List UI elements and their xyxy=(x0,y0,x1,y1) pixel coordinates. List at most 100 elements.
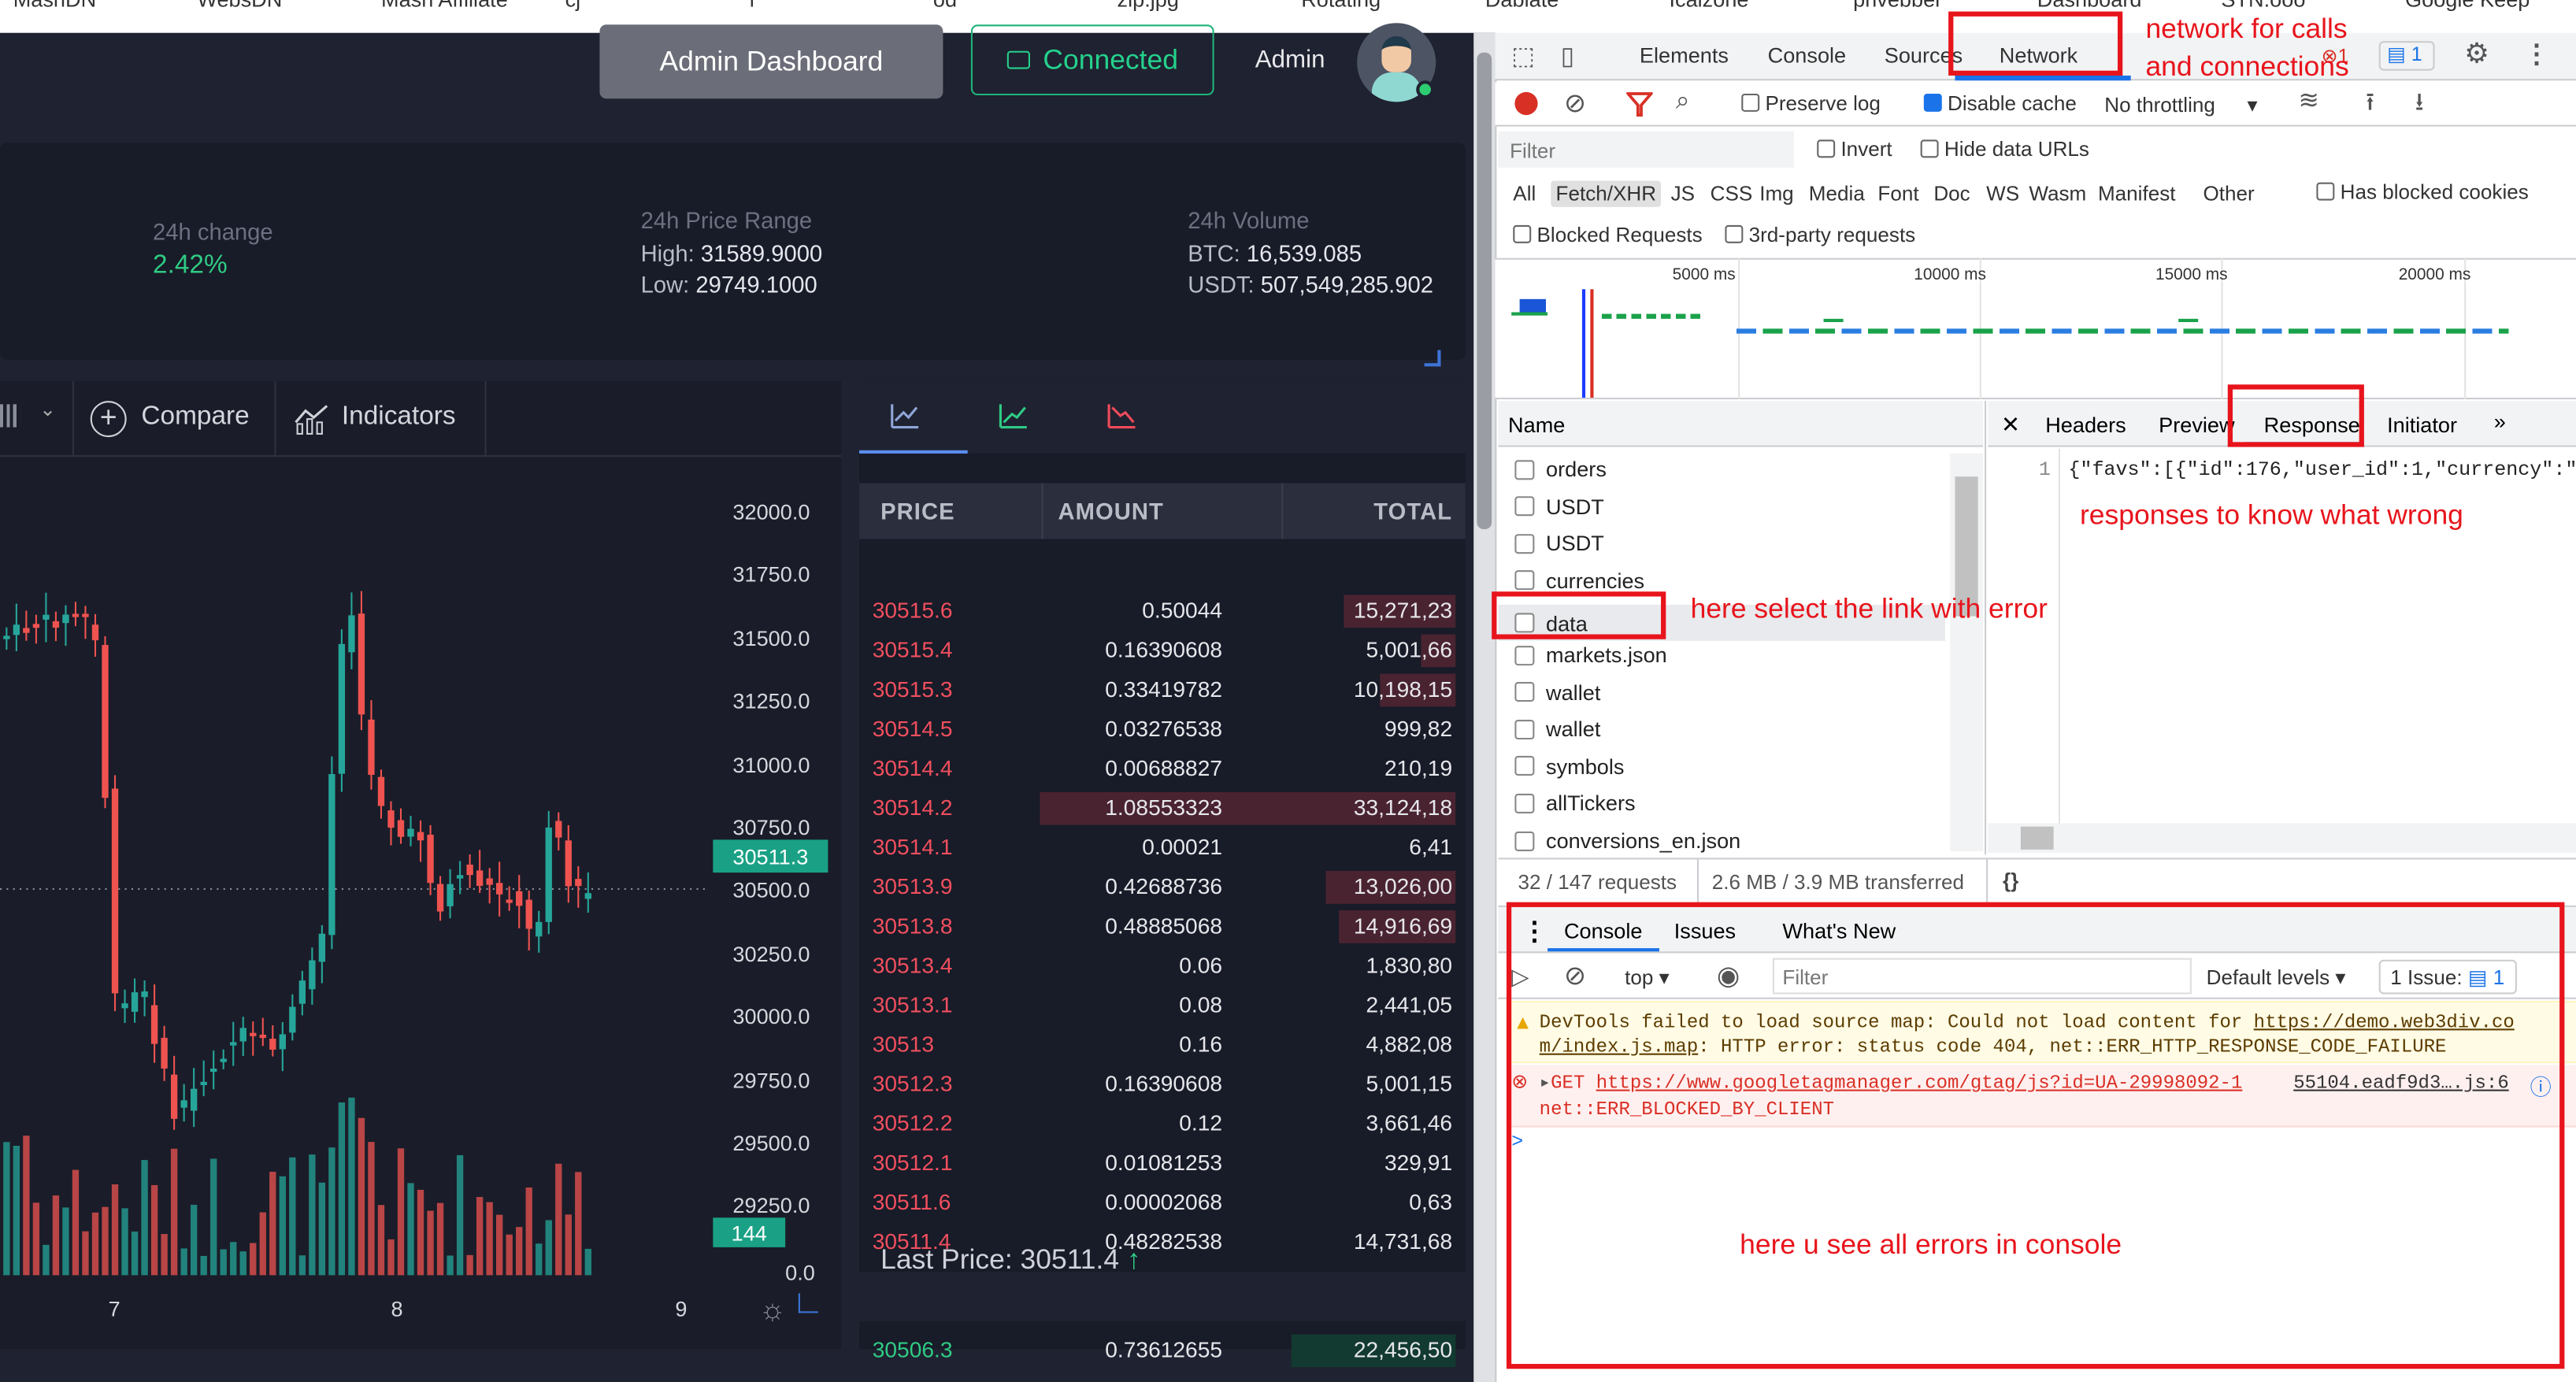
filter-type-css[interactable]: CSS xyxy=(1705,181,1757,207)
order-book-row[interactable]: 30511.6 0.00002068 0,63 xyxy=(859,1183,1466,1222)
pretty-print-button[interactable]: {} xyxy=(2003,869,2018,892)
candles-icon[interactable] xyxy=(0,404,20,428)
order-book-row[interactable]: 30513.4 0.06 1,830,80 xyxy=(859,947,1466,986)
filter-type-fetchxhr[interactable]: Fetch/XHR xyxy=(1551,180,1662,207)
throttling-select[interactable]: No throttling ▾ xyxy=(2104,92,2257,117)
order-book-row[interactable]: 30512.3 0.16390608 5,001,15 xyxy=(859,1065,1466,1104)
tab-initiator[interactable]: Initiator xyxy=(2387,413,2457,437)
order-book-row[interactable]: 30512.1 0.01081253 329,91 xyxy=(859,1143,1466,1183)
record-icon[interactable] xyxy=(1514,91,1538,116)
order-book-row[interactable]: 30512.2 0.12 3,661,46 xyxy=(859,1104,1466,1143)
filter-input[interactable]: Filter xyxy=(1498,131,1795,168)
filter-type-all[interactable]: All xyxy=(1508,181,1541,207)
tab-preview[interactable]: Preview xyxy=(2159,413,2234,437)
filter-type-ws[interactable]: WS xyxy=(1981,181,2025,207)
clear-icon[interactable]: ⊘ xyxy=(1564,87,1586,120)
bookmark-item[interactable]: Dabiate xyxy=(1485,0,1559,12)
chart-corner-icon[interactable] xyxy=(798,1293,818,1313)
request-row-markets-json[interactable]: markets.json xyxy=(1514,643,1667,667)
search-icon[interactable]: ⌕ xyxy=(1676,87,1690,115)
message-count-badge[interactable]: ▤ 1 xyxy=(2378,41,2435,71)
close-detail-icon[interactable]: ✕ xyxy=(2001,411,2020,439)
settings-gear-icon[interactable]: ☼ xyxy=(759,1293,786,1328)
disable-cache-checkbox[interactable]: Disable cache xyxy=(1923,92,2077,115)
bookmark-item[interactable]: cj xyxy=(565,0,581,12)
candlestick-chart[interactable] xyxy=(0,458,841,1349)
request-row-usdt[interactable]: USDT xyxy=(1514,531,1604,556)
settings-icon[interactable]: ⚙ xyxy=(2464,38,2489,71)
invert-checkbox[interactable]: Invert xyxy=(1817,138,1892,161)
bookmark-item[interactable]: f xyxy=(749,0,755,12)
bookmark-item[interactable]: od xyxy=(933,0,957,12)
bookmark-item[interactable]: zip.jpg xyxy=(1118,0,1179,12)
import-har-icon[interactable]: ⭱ xyxy=(2366,86,2374,127)
filter-type-img[interactable]: Img xyxy=(1755,181,1799,207)
bookmark-item[interactable]: Dashboard xyxy=(2037,0,2142,12)
order-book-row[interactable]: 30513.8 0.48885068 14,916,69 xyxy=(859,907,1466,947)
order-book-row[interactable]: 30513.9 0.42688736 13,026,00 xyxy=(859,868,1466,907)
tab-console[interactable]: Console xyxy=(1768,43,1847,67)
request-row-wallet[interactable]: wallet xyxy=(1514,717,1600,742)
filter-icon[interactable] xyxy=(1626,92,1653,117)
request-row-symbols[interactable]: symbols xyxy=(1514,754,1625,779)
network-conditions-icon[interactable]: ≋ xyxy=(2298,86,2318,115)
request-row-usdt[interactable]: USDT xyxy=(1514,494,1604,519)
third-party-checkbox[interactable]: 3rd-party requests xyxy=(1725,224,1915,246)
resize-handle-icon[interactable] xyxy=(1424,350,1441,367)
plus-circle-icon[interactable]: + xyxy=(90,401,127,438)
page-scrollbar[interactable] xyxy=(1477,52,1492,529)
order-book-row[interactable]: 30514.5 0.03276538 999,82 xyxy=(859,710,1466,749)
blocked-requests-checkbox[interactable]: Blocked Requests xyxy=(1513,224,1703,246)
filter-type-media[interactable]: Media xyxy=(1804,181,1870,207)
chevron-down-icon[interactable]: ⌄ xyxy=(39,398,56,421)
bookmark-item[interactable]: MashDN xyxy=(13,0,97,12)
order-book-row[interactable]: 30513.1 0.08 2,441,05 xyxy=(859,986,1466,1025)
admin-dashboard-button[interactable]: Admin Dashboard xyxy=(599,24,943,99)
request-row-alltickers[interactable]: allTickers xyxy=(1514,791,1636,816)
name-column-header[interactable]: Name xyxy=(1498,401,1983,447)
bookmark-item[interactable]: Mash Affiliate xyxy=(381,0,508,12)
inspect-icon[interactable]: ⬚ xyxy=(1511,41,1535,70)
response-scrollbar[interactable] xyxy=(1988,823,2576,854)
preserve-log-checkbox[interactable]: Preserve log xyxy=(1741,92,1881,115)
response-body[interactable]: {"favs":[{"id":176,"user_id":1,"currency… xyxy=(2068,458,2576,481)
filter-type-doc[interactable]: Doc xyxy=(1929,181,1975,207)
filter-type-font[interactable]: Font xyxy=(1873,181,1924,207)
hide-data-urls-checkbox[interactable]: Hide data URLs xyxy=(1920,138,2089,161)
order-book-row[interactable]: 30514.1 0.00021 6,41 xyxy=(859,828,1466,868)
export-har-icon[interactable]: ⭳ xyxy=(2415,86,2424,127)
compare-button[interactable]: Compare xyxy=(141,402,249,432)
more-tabs-icon[interactable]: » xyxy=(2494,409,2506,434)
bookmark-item[interactable]: privebber xyxy=(1853,0,1942,12)
order-book-row[interactable]: 30515.3 0.33419782 10,198,15 xyxy=(859,670,1466,710)
trend-up-icon[interactable] xyxy=(999,402,1029,429)
order-book-row[interactable]: 30515.6 0.50044 15,271,23 xyxy=(859,591,1466,631)
indicators-icon[interactable] xyxy=(294,402,330,435)
filter-type-manifest[interactable]: Manifest xyxy=(2093,181,2181,207)
filter-type-other[interactable]: Other xyxy=(2198,181,2259,207)
order-book-row[interactable]: 30514.4 0.00688827 210,19 xyxy=(859,750,1466,789)
order-book-row[interactable]: 30514.2 1.08553323 33,124,18 xyxy=(859,789,1466,828)
bookmark-item[interactable]: Google Keep xyxy=(2405,0,2530,12)
tab-headers[interactable]: Headers xyxy=(2045,413,2126,437)
order-book-row[interactable]: 30513 0.16 4,882,08 xyxy=(859,1025,1466,1065)
request-row-currencies[interactable]: currencies xyxy=(1514,569,1644,593)
request-list-scrollbar[interactable] xyxy=(1950,453,1983,851)
request-row-conversions-en-json[interactable]: conversions_en.json xyxy=(1514,828,1740,853)
has-blocked-cookies-checkbox[interactable]: Has blocked cookies xyxy=(2316,181,2529,204)
bid-row[interactable]: 30506.3 0.73612655 22,456,50 xyxy=(859,1331,1466,1370)
request-row-wallet[interactable]: wallet xyxy=(1514,680,1600,704)
bookmark-item[interactable]: Icaizone xyxy=(1669,0,1748,12)
connected-button[interactable]: Connected xyxy=(970,24,1214,96)
filter-type-js[interactable]: JS xyxy=(1666,181,1699,207)
bookmark-item[interactable]: WebsDN xyxy=(197,0,282,12)
indicators-button[interactable]: Indicators xyxy=(342,402,456,432)
tab-all-orders[interactable] xyxy=(859,381,968,454)
tab-elements[interactable]: Elements xyxy=(1640,43,1729,67)
trend-down-icon[interactable] xyxy=(1107,402,1137,429)
device-toolbar-icon[interactable]: ▯ xyxy=(1561,41,1574,70)
request-row-orders[interactable]: orders xyxy=(1514,457,1607,481)
bookmark-item[interactable]: Rotating xyxy=(1301,0,1381,12)
filter-type-wasm[interactable]: Wasm xyxy=(2024,181,2091,207)
more-options-icon[interactable]: ⋮ xyxy=(2523,38,2549,71)
